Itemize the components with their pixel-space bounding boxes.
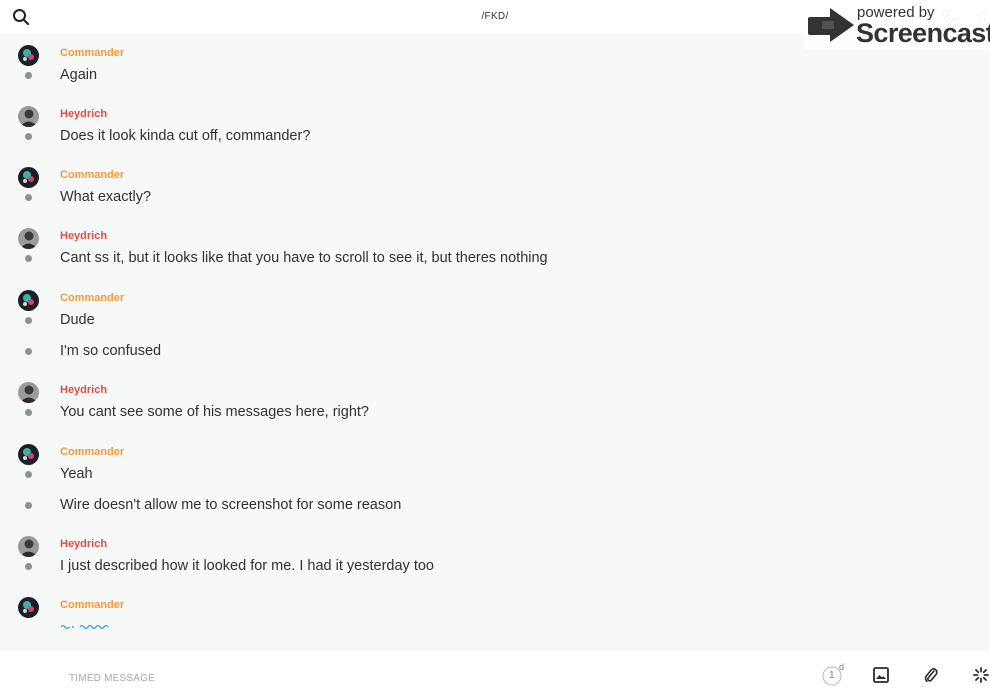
avatar-commander[interactable] [18, 597, 39, 618]
avatar-heydrich[interactable] [18, 228, 39, 249]
timer-unit: d [839, 662, 845, 672]
avatar-heydrich[interactable] [18, 382, 39, 403]
avatar-heydrich[interactable] [18, 536, 39, 557]
message-status-dot [25, 348, 32, 355]
message-author[interactable]: Commander [60, 169, 124, 181]
message-text: I'm so confused [60, 343, 162, 359]
ping-icon[interactable] [973, 667, 989, 683]
message-author[interactable]: Heydrich [60, 108, 107, 120]
message-status-dot [25, 317, 32, 324]
avatar-commander[interactable] [18, 167, 39, 188]
message-author[interactable]: Commander [60, 47, 124, 59]
message-status-dot [25, 194, 32, 201]
message-author[interactable]: Heydrich [60, 384, 107, 396]
message-text: What exactly? [60, 189, 152, 205]
message-author[interactable]: Heydrich [60, 230, 107, 242]
avatar-commander[interactable] [18, 444, 39, 465]
message-text: Does it look kinda cut off, commander? [60, 128, 311, 144]
composer-bar: 1 d [0, 651, 990, 700]
message-text: Again [60, 67, 98, 83]
timer-value: 1 [829, 670, 835, 681]
typing-indicator-icon [60, 624, 109, 630]
message-status-dot [25, 409, 32, 416]
message-text: Dude [60, 312, 95, 328]
message-author[interactable]: Commander [60, 446, 124, 458]
avatar-commander[interactable] [18, 45, 39, 66]
message-author[interactable]: Heydrich [60, 538, 107, 550]
message-status-dot [25, 255, 32, 262]
message-list: Commander Again Heydrich Does it look ki… [0, 34, 990, 640]
timer-button[interactable]: 1 d [822, 662, 846, 687]
message-text: You cant see some of his messages here, … [60, 404, 369, 420]
message-text: Yeah [60, 466, 93, 482]
message-author[interactable]: Commander [60, 292, 124, 304]
message-author[interactable]: Commander [60, 599, 124, 611]
message-text: Wire doesn't allow me to screenshot for … [60, 497, 402, 513]
image-icon[interactable] [873, 667, 889, 683]
message-status-dot [25, 563, 32, 570]
message-status-dot [25, 133, 32, 140]
paperclip-icon[interactable] [924, 666, 938, 684]
message-status-dot [25, 502, 32, 509]
message-text: Cant ss it, but it looks like that you h… [60, 250, 548, 266]
message-text: I just described how it looked for me. I… [60, 558, 434, 574]
message-status-dot [25, 471, 32, 478]
avatar-commander[interactable] [18, 290, 39, 311]
message-input[interactable] [67, 669, 671, 687]
message-status-dot [25, 72, 32, 79]
avatar-heydrich[interactable] [18, 106, 39, 127]
